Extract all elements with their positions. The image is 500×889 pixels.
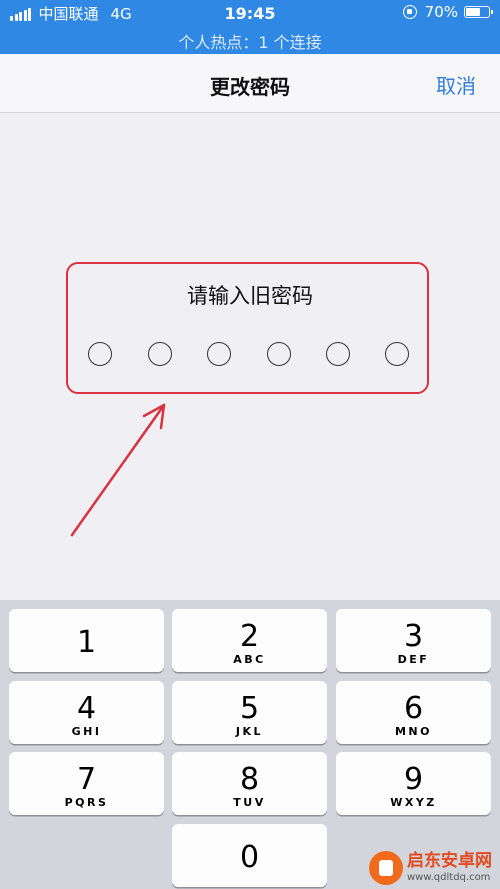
key-digit: 4 [76,691,97,726]
passcode-dot [385,342,409,366]
key-6[interactable]: 6 MNO [336,681,491,744]
key-letters: GHI [71,725,102,738]
key-letters: DEF [397,653,430,666]
key-4[interactable]: 4 GHI [9,681,164,744]
battery-icon [464,6,493,18]
key-digit: 3 [403,619,424,654]
key-0[interactable]: 0 [172,824,327,887]
status-bar: 中国联通 4G 19:45 70% 个人热点：1 个连接 [0,0,500,54]
key-digit: 1 [76,625,97,660]
key-digit: 7 [76,762,97,797]
watermark: 启东安卓网 www.qdltdq.com [369,851,492,885]
key-digit: 5 [239,691,260,726]
key-letters: MNO [394,725,432,738]
passcode-dot [267,342,291,366]
passcode-dots [0,342,500,370]
key-9[interactable]: 9 WXYZ [336,752,491,815]
page-title: 更改密码 [210,75,290,99]
navigation-bar: 更改密码 取消 [0,54,500,113]
battery-percent: 70% [424,3,458,21]
key-letters: TUV [233,796,266,809]
hotspot-banner[interactable]: 个人热点：1 个连接 [0,29,500,53]
passcode-prompt: 请输入旧密码 [187,284,313,308]
cancel-button[interactable]: 取消 [436,70,476,99]
passcode-dot [88,342,112,366]
key-digit: 9 [403,762,424,797]
numeric-keypad: 1 2 ABC 3 DEF 4 GHI 5 JKL 6 MNO 7 PQRS 8 TUV 9 WXYZ 0 [0,600,500,889]
key-digit: 8 [239,762,260,797]
key-2[interactable]: 2 ABC [172,609,327,672]
key-letters: PQRS [64,796,109,809]
watermark-logo-icon [369,851,403,885]
key-8[interactable]: 8 TUV [172,752,327,815]
key-letters: WXYZ [390,796,437,809]
passcode-dot [148,342,172,366]
passcode-dot [326,342,350,366]
key-digit: 6 [403,691,424,726]
watermark-name: 启东安卓网 [407,851,492,871]
key-7[interactable]: 7 PQRS [9,752,164,815]
orientation-lock-icon [402,5,417,19]
key-3[interactable]: 3 DEF [336,609,491,672]
key-digit: 2 [239,619,260,654]
key-letters: ABC [233,653,266,666]
key-letters: JKL [235,725,264,738]
key-digit: 0 [239,840,260,875]
key-5[interactable]: 5 JKL [172,681,327,744]
key-1[interactable]: 1 [9,609,164,672]
passcode-dot [207,342,231,366]
watermark-url: www.qdltdq.com [407,872,491,883]
battery-fill [466,8,480,16]
